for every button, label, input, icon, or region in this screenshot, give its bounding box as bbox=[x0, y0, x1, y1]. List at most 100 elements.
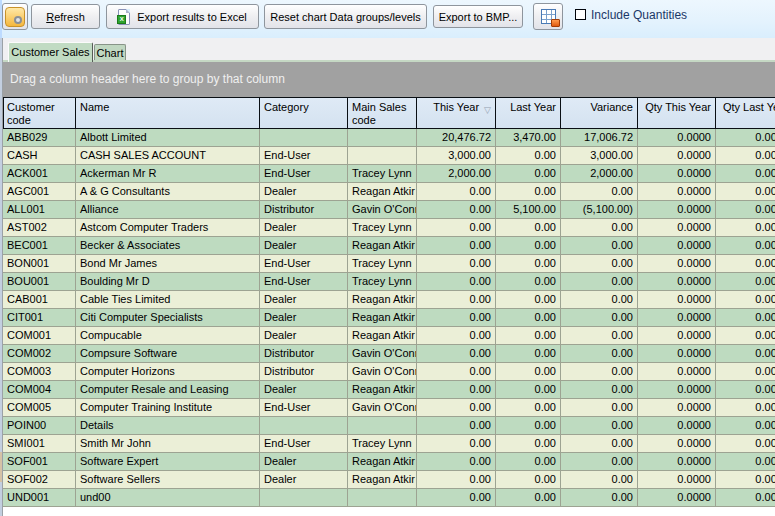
cell-qty-last-year: 0.0000 bbox=[716, 165, 775, 182]
cell-this-year: 0.00 bbox=[417, 417, 496, 434]
tab-customer-sales-label: Customer Sales bbox=[11, 46, 89, 58]
cell-this-year: 0.00 bbox=[417, 453, 496, 470]
table-row-bon001[interactable]: BON001Bond Mr JamesEnd-UserTracey Lynn0.… bbox=[3, 255, 775, 273]
cell-name: Astcom Computer Traders bbox=[76, 219, 260, 236]
cell-category: End-User bbox=[260, 273, 348, 290]
table-row-cash[interactable]: CASHCASH SALES ACCOUNTEnd-User3,000.000.… bbox=[3, 147, 775, 165]
cell-customer-code: ALL001 bbox=[3, 201, 76, 218]
tab-chart[interactable]: Chart bbox=[94, 44, 126, 60]
export-excel-button[interactable]: X Export results to Excel bbox=[106, 4, 259, 29]
export-bmp-button[interactable]: Export to BMP... bbox=[433, 5, 523, 28]
cell-this-year: 0.00 bbox=[417, 273, 496, 290]
cell-category: Dealer bbox=[260, 471, 348, 488]
cell-qty-this-year: 0.0000 bbox=[638, 399, 716, 416]
cell-last-year: 0.00 bbox=[496, 345, 561, 362]
cell-category: Dealer bbox=[260, 309, 348, 326]
table-row-com005[interactable]: COM005Computer Training InstituteEnd-Use… bbox=[3, 399, 775, 417]
cell-customer-code: CIT001 bbox=[3, 309, 76, 326]
cell-customer-code: SOF002 bbox=[3, 471, 76, 488]
group-by-bar[interactable]: Drag a column header here to group by th… bbox=[3, 62, 775, 97]
cell-name: Albott Limited bbox=[76, 129, 260, 146]
column-header-this-year[interactable]: This Year▽ bbox=[417, 98, 496, 128]
cell-category: Dealer bbox=[260, 291, 348, 308]
cell-name: Software Expert bbox=[76, 453, 260, 470]
cell-customer-code: BOU001 bbox=[3, 273, 76, 290]
table-row-com001[interactable]: COM001CompucableDealerReagan Atkir0.000.… bbox=[3, 327, 775, 345]
column-header-label: Qty Last Year bbox=[723, 101, 775, 113]
cell-this-year: 0.00 bbox=[417, 363, 496, 380]
cell-last-year: 0.00 bbox=[496, 147, 561, 164]
include-quantities-label[interactable]: Include Quantities bbox=[591, 8, 687, 22]
table-row-abb029[interactable]: ABB029Albott Limited20,476.723,470.0017,… bbox=[3, 129, 775, 147]
table-row-com003[interactable]: COM003Computer HorizonsDistributorGavin … bbox=[3, 363, 775, 381]
cell-main-sales-code: Tracey Lynn bbox=[348, 219, 417, 236]
table-row-smi001[interactable]: SMI001Smith Mr JohnEnd-UserTracey Lynn0.… bbox=[3, 435, 775, 453]
cell-this-year: 0.00 bbox=[417, 309, 496, 326]
column-header-qty-last-year[interactable]: Qty Last Year bbox=[716, 98, 775, 128]
cell-main-sales-code bbox=[348, 147, 417, 164]
cell-qty-this-year: 0.0000 bbox=[638, 273, 716, 290]
cell-qty-this-year: 0.0000 bbox=[638, 129, 716, 146]
column-header-label: Variance bbox=[590, 101, 633, 113]
table-row-cit001[interactable]: CIT001Citi Computer SpecialistsDealerRea… bbox=[3, 309, 775, 327]
column-header-customer-code[interactable]: Customer code bbox=[3, 98, 76, 128]
cell-category: End-User bbox=[260, 147, 348, 164]
cell-category: Distributor bbox=[260, 201, 348, 218]
table-row-bec001[interactable]: BEC001Becker & AssociatesDealerReagan At… bbox=[3, 237, 775, 255]
cell-category: End-User bbox=[260, 165, 348, 182]
table-row-agc001[interactable]: AGC001A & G ConsultantsDealerReagan Atki… bbox=[3, 183, 775, 201]
cell-this-year: 0.00 bbox=[417, 291, 496, 308]
column-header-label: Customer code bbox=[7, 101, 55, 126]
include-quantities-checkbox[interactable] bbox=[575, 9, 586, 20]
refresh-button[interactable]: Refresh bbox=[31, 4, 100, 29]
table-row-und001[interactable]: UND001und000.000.000.000.00000.0000 bbox=[3, 489, 775, 507]
table-row-all001[interactable]: ALL001AllianceDistributorGavin O'Conr0.0… bbox=[3, 201, 775, 219]
column-header-last-year[interactable]: Last Year bbox=[496, 98, 561, 128]
grid-header-left-border bbox=[3, 97, 4, 129]
cell-customer-code: AGC001 bbox=[3, 183, 76, 200]
cell-customer-code: COM003 bbox=[3, 363, 76, 380]
cell-customer-code: ABB029 bbox=[3, 129, 76, 146]
cell-main-sales-code bbox=[348, 489, 417, 506]
cell-variance: 0.00 bbox=[561, 363, 638, 380]
cell-category: Distributor bbox=[260, 345, 348, 362]
cell-category: Dealer bbox=[260, 381, 348, 398]
chart-export-button[interactable] bbox=[533, 3, 563, 30]
cell-qty-last-year: 0.0000 bbox=[716, 255, 775, 272]
column-header-category[interactable]: Category bbox=[260, 98, 348, 128]
cell-this-year: 0.00 bbox=[417, 201, 496, 218]
table-row-ack001[interactable]: ACK001Ackerman Mr REnd-UserTracey Lynn2,… bbox=[3, 165, 775, 183]
cell-this-year: 0.00 bbox=[417, 381, 496, 398]
tab-customer-sales[interactable]: Customer Sales bbox=[8, 42, 93, 62]
table-row-sof001[interactable]: SOF001Software ExpertDealerReagan Atkir0… bbox=[3, 453, 775, 471]
table-row-bou001[interactable]: BOU001Boulding Mr DEnd-UserTracey Lynn0.… bbox=[3, 273, 775, 291]
cell-main-sales-code: Gavin O'Conr bbox=[348, 399, 417, 416]
cell-category bbox=[260, 129, 348, 146]
column-header-variance[interactable]: Variance bbox=[561, 98, 638, 128]
cell-variance: (5,100.00) bbox=[561, 201, 638, 218]
table-row-com004[interactable]: COM004Computer Resale and LeasingDealerR… bbox=[3, 381, 775, 399]
cell-name: Computer Training Institute bbox=[76, 399, 260, 416]
column-header-qty-this-year[interactable]: Qty This Year bbox=[638, 98, 716, 128]
customize-tool-button[interactable] bbox=[2, 3, 28, 30]
cell-variance: 0.00 bbox=[561, 237, 638, 254]
column-header-main-sales-code[interactable]: Main Sales code bbox=[348, 98, 417, 128]
cell-variance: 3,000.00 bbox=[561, 147, 638, 164]
reset-chart-button[interactable]: Reset chart Data groups/levels bbox=[264, 4, 427, 29]
cell-qty-this-year: 0.0000 bbox=[638, 345, 716, 362]
table-row-poin00[interactable]: POIN00Details0.000.000.000.00000.0000 bbox=[3, 417, 775, 435]
cell-customer-code: UND001 bbox=[3, 489, 76, 506]
column-header-name[interactable]: Name bbox=[76, 98, 260, 128]
cell-last-year: 0.00 bbox=[496, 165, 561, 182]
table-row-ast002[interactable]: AST002Astcom Computer TradersDealerTrace… bbox=[3, 219, 775, 237]
table-row-com002[interactable]: COM002Compsure SoftwareDistributorGavin … bbox=[3, 345, 775, 363]
cell-variance: 0.00 bbox=[561, 327, 638, 344]
cell-qty-last-year: 0.0000 bbox=[716, 129, 775, 146]
cell-qty-this-year: 0.0000 bbox=[638, 201, 716, 218]
table-row-cab001[interactable]: CAB001Cable Ties LimitedDealerReagan Atk… bbox=[3, 291, 775, 309]
cell-last-year: 0.00 bbox=[496, 489, 561, 506]
column-header-label: Name bbox=[80, 101, 109, 113]
table-row-sof002[interactable]: SOF002Software SellersDealerReagan Atkir… bbox=[3, 471, 775, 489]
cell-name: Cable Ties Limited bbox=[76, 291, 260, 308]
cell-name: Alliance bbox=[76, 201, 260, 218]
